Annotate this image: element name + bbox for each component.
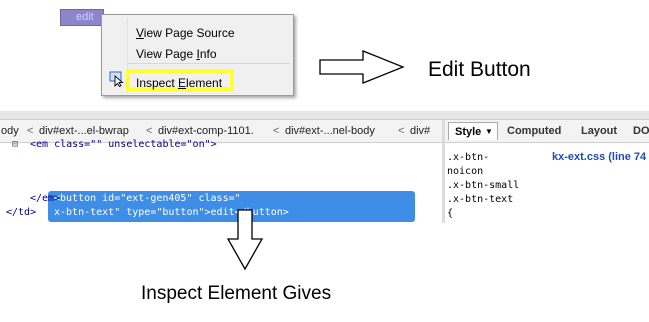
html-tree: ⊟ <em class="" unselectable="on"> <butto… <box>0 139 442 223</box>
context-menu: View Page Source View Page Info Inspect … <box>101 14 294 96</box>
css-selector: .x-btn-small <box>447 180 520 191</box>
breadcrumb-separator: < <box>398 125 405 137</box>
tab-dom[interactable]: DO <box>633 125 649 137</box>
breadcrumb-item[interactable]: div#ext-...nel-body <box>285 125 375 137</box>
breadcrumb-item[interactable]: div# <box>410 125 430 137</box>
expand-toggle-icon[interactable]: ⊟ <box>12 139 18 150</box>
breadcrumb-separator: < <box>146 125 153 137</box>
css-selector: .x-btn- <box>447 152 490 163</box>
css-selector: .x-btn-text <box>447 194 514 205</box>
css-selector: noicon <box>447 166 484 177</box>
inspect-cursor-icon <box>109 71 124 87</box>
inspect-element-caption: Inspect Element Gives <box>141 283 332 304</box>
breadcrumb-separator: < <box>27 125 34 137</box>
arrow-down-icon <box>226 209 264 271</box>
chevron-down-icon: ▼ <box>485 127 493 136</box>
menu-item-text: iew Page Source <box>143 26 235 40</box>
menu-item-text: Inspect <box>136 76 179 90</box>
menu-item-text: nfo <box>199 47 217 61</box>
tab-style-label: Style <box>455 126 482 138</box>
edit-button[interactable]: edit <box>60 9 104 26</box>
menu-separator <box>128 63 290 64</box>
tab-style[interactable]: Style ▼ <box>448 122 498 140</box>
menu-item-view-page-source[interactable]: View Page Source <box>136 26 235 40</box>
tree-node-td-close[interactable]: </td> <box>6 207 36 218</box>
code-line: <button id="ext-gen405" class=" <box>54 193 241 204</box>
css-source-link[interactable]: kx-ext.css (line 74 <box>552 151 646 163</box>
menu-item-view-page-info[interactable]: View Page Info <box>136 47 217 61</box>
tab-layout[interactable]: Layout <box>581 125 617 137</box>
css-rules: kx-ext.css (line 74 .x-btn- noicon .x-bt… <box>445 143 649 223</box>
tree-node-em[interactable]: <em class="" unselectable="on"> <box>30 139 217 150</box>
breadcrumb-item[interactable]: div#ext-comp-1101. <box>158 125 254 137</box>
breadcrumb-item[interactable]: div#ext-...el-bwrap <box>39 125 129 137</box>
edit-button-label: edit <box>76 11 94 23</box>
sidebar-tabs: Style ▼ Computed Layout DO <box>445 120 649 143</box>
menu-item-text: lement <box>186 76 223 90</box>
tab-computed[interactable]: Computed <box>507 125 561 137</box>
menu-item-accel: E <box>178 76 187 90</box>
devtools-panel: ody < div#ext-...el-bwrap < div#ext-comp… <box>0 111 649 223</box>
menu-item-text: View Page <box>136 47 197 61</box>
tree-node-em-close[interactable]: </em> <box>30 193 60 204</box>
breadcrumb-separator: < <box>273 125 280 137</box>
arrow-right-icon <box>319 50 405 84</box>
menu-item-inspect-element[interactable]: Inspect Element <box>136 76 222 90</box>
css-brace: { <box>447 208 454 219</box>
edit-button-annotation: Edit Button <box>428 58 531 81</box>
breadcrumb-item[interactable]: ody <box>1 125 19 137</box>
devtools-toolbar <box>0 111 649 120</box>
menu-item-accel: V <box>136 26 144 40</box>
